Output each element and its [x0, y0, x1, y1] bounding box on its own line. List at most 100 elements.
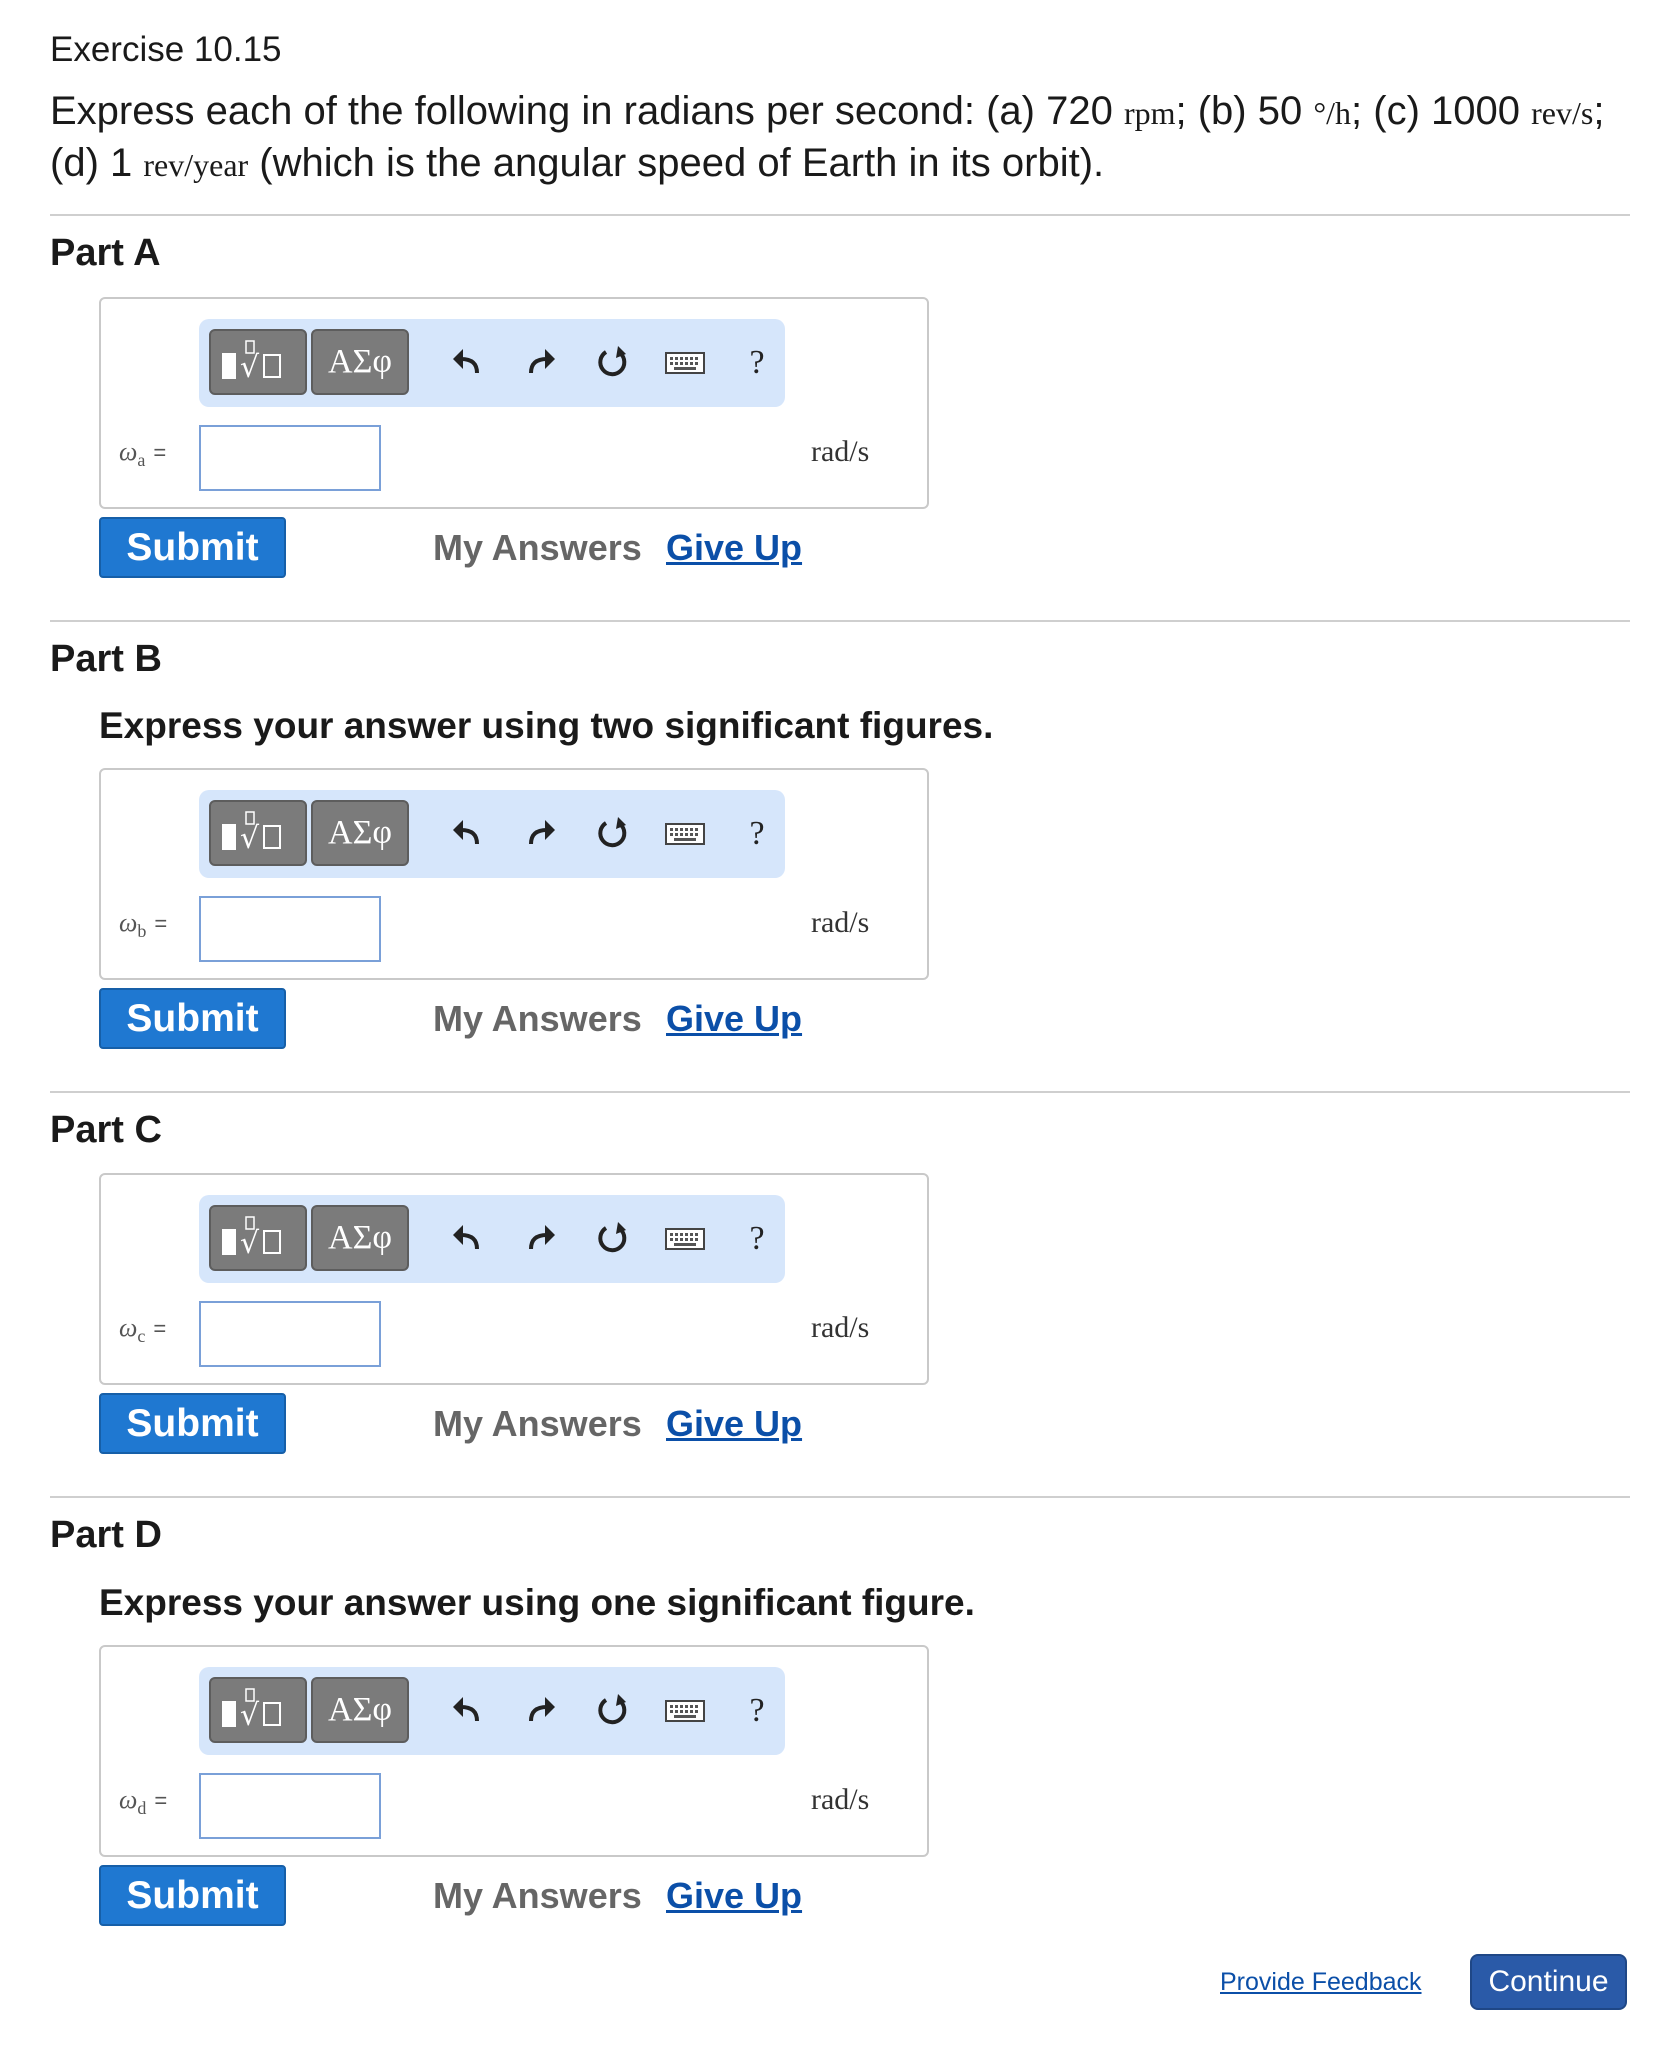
unit-label: rad/s — [811, 435, 870, 468]
part-c-answer-input[interactable] — [199, 1301, 381, 1367]
help-button[interactable]: ? — [729, 1211, 785, 1267]
part-a-submit-button[interactable]: Submit — [99, 517, 286, 578]
part-d-submit-button[interactable]: Submit — [99, 1865, 286, 1926]
help-button[interactable]: ? — [729, 335, 785, 391]
reset-icon — [598, 346, 627, 377]
math-toolbar: √ ΑΣφ ? — [199, 319, 785, 407]
help-button[interactable]: ? — [729, 806, 785, 862]
math-toolbar: √ ΑΣφ ? — [199, 790, 785, 878]
undo-button[interactable] — [439, 1211, 495, 1267]
exercise-title: Exercise 10.15 — [50, 30, 282, 69]
undo-button[interactable] — [439, 335, 495, 391]
keyboard-icon — [665, 1228, 705, 1250]
unit-rpm: rpm — [1123, 95, 1176, 131]
redo-button[interactable] — [513, 335, 569, 391]
templates-button[interactable]: √ — [209, 1677, 307, 1743]
keyboard-icon — [665, 823, 705, 845]
part-a-title: Part A — [50, 232, 161, 274]
svg-text:√: √ — [240, 1226, 260, 1261]
keyboard-button[interactable] — [657, 1683, 713, 1739]
part-c-title: Part C — [50, 1109, 162, 1151]
continue-button[interactable]: Continue — [1470, 1954, 1627, 2010]
part-a-answer-input[interactable] — [199, 425, 381, 491]
math-toolbar: √ ΑΣφ ? — [199, 1195, 785, 1283]
templates-icon: √ — [222, 811, 281, 856]
reset-button[interactable] — [585, 1683, 641, 1739]
part-a-my-answers[interactable]: My Answers — [433, 525, 642, 571]
unit-rev-per-second: rev/s — [1531, 95, 1594, 131]
part-b-answer-input[interactable] — [199, 896, 381, 962]
redo-button[interactable] — [513, 1683, 569, 1739]
templates-icon: √ — [222, 1688, 281, 1733]
redo-button[interactable] — [513, 1211, 569, 1267]
math-toolbar: √ ΑΣφ ? — [199, 1667, 785, 1755]
part-c-my-answers[interactable]: My Answers — [433, 1401, 642, 1447]
part-d-give-up-link[interactable]: Give Up — [666, 1873, 802, 1919]
part-b-instruction: Express your answer using two significan… — [99, 705, 994, 746]
reset-icon — [598, 817, 627, 848]
problem-statement: Express each of the following in radians… — [50, 89, 1605, 185]
part-b-answer-box: √ ΑΣφ ? ωb = rad/s — [99, 768, 929, 980]
variable-label: ωa = — [119, 437, 167, 471]
templates-button[interactable]: √ — [209, 800, 307, 866]
greek-letters-button[interactable]: ΑΣφ — [311, 1677, 409, 1743]
templates-icon: √ — [222, 1216, 281, 1261]
undo-icon — [453, 1225, 479, 1250]
part-a-answer-box: √ ΑΣφ ? ωa = rad/s — [99, 297, 929, 509]
undo-button[interactable] — [439, 1683, 495, 1739]
part-a-give-up-link[interactable]: Give Up — [666, 525, 802, 571]
part-d-my-answers[interactable]: My Answers — [433, 1873, 642, 1919]
svg-text:√: √ — [240, 1698, 260, 1733]
unit-label: rad/s — [811, 1311, 870, 1344]
templates-button[interactable]: √ — [209, 329, 307, 395]
keyboard-button[interactable] — [657, 806, 713, 862]
variable-label: ωd = — [119, 1785, 168, 1819]
unit-label: rad/s — [811, 906, 870, 939]
divider — [50, 1496, 1630, 1498]
unit-label: rad/s — [811, 1783, 870, 1816]
part-d-answer-box: √ ΑΣφ ? ωd = rad/s — [99, 1645, 929, 1857]
part-d-title: Part D — [50, 1514, 162, 1556]
part-d-answer-input[interactable] — [199, 1773, 381, 1839]
keyboard-button[interactable] — [657, 1211, 713, 1267]
undo-icon — [453, 349, 479, 374]
undo-icon — [453, 820, 479, 845]
part-c-give-up-link[interactable]: Give Up — [666, 1401, 802, 1447]
svg-text:√: √ — [240, 350, 260, 385]
templates-button[interactable]: √ — [209, 1205, 307, 1271]
part-b-my-answers[interactable]: My Answers — [433, 996, 642, 1042]
divider — [50, 620, 1630, 622]
redo-icon — [529, 1225, 555, 1250]
unit-rev-per-year: rev/year — [143, 147, 249, 183]
help-button[interactable]: ? — [729, 1683, 785, 1739]
reset-button[interactable] — [585, 806, 641, 862]
keyboard-icon — [665, 1700, 705, 1722]
keyboard-button[interactable] — [657, 335, 713, 391]
undo-button[interactable] — [439, 806, 495, 862]
part-b-give-up-link[interactable]: Give Up — [666, 996, 802, 1042]
part-c-submit-button[interactable]: Submit — [99, 1393, 286, 1454]
keyboard-icon — [665, 352, 705, 374]
part-b-title: Part B — [50, 638, 162, 680]
variable-label: ωb = — [119, 908, 168, 942]
templates-icon: √ — [222, 340, 281, 385]
reset-icon — [598, 1694, 627, 1725]
variable-label: ωc = — [119, 1313, 167, 1347]
undo-icon — [453, 1697, 479, 1722]
greek-letters-button[interactable]: ΑΣφ — [311, 329, 409, 395]
provide-feedback-link[interactable]: Provide Feedback — [1220, 1966, 1422, 1998]
reset-button[interactable] — [585, 335, 641, 391]
reset-button[interactable] — [585, 1211, 641, 1267]
part-b-submit-button[interactable]: Submit — [99, 988, 286, 1049]
redo-button[interactable] — [513, 806, 569, 862]
divider — [50, 214, 1630, 216]
redo-icon — [529, 1697, 555, 1722]
page: Exercise 10.15 Express each of the follo… — [0, 0, 1674, 2046]
redo-icon — [529, 820, 555, 845]
redo-icon — [529, 349, 555, 374]
reset-icon — [598, 1222, 627, 1253]
greek-letters-button[interactable]: ΑΣφ — [311, 1205, 409, 1271]
divider — [50, 1091, 1630, 1093]
svg-text:√: √ — [240, 821, 260, 856]
greek-letters-button[interactable]: ΑΣφ — [311, 800, 409, 866]
